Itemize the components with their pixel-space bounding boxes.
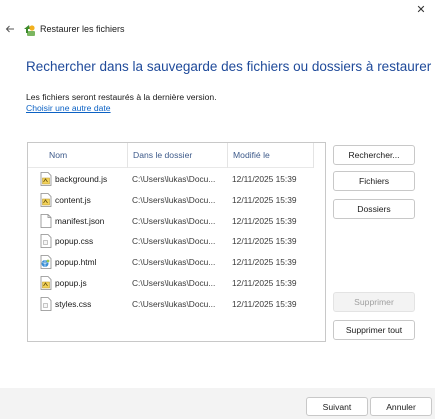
info-text: Les fichiers seront restaurés à la derni… — [26, 92, 217, 102]
file-list: Nom Dans le dossier Modifié le backgroun… — [27, 142, 326, 342]
back-arrow-icon — [5, 25, 14, 33]
choose-other-date-link[interactable]: Choisir une autre date — [26, 103, 111, 113]
table-row[interactable]: styles.css C:\Users\lukas\Docu... 12/11/20… — [28, 294, 325, 315]
table-row[interactable]: content.js C:\Users\lukas\Docu... 12/11/20… — [28, 190, 325, 211]
back-button[interactable] — [3, 22, 17, 36]
column-header: Nom Dans le dossier Modifié le — [28, 143, 313, 168]
file-folder: C:\Users\lukas\Docu... — [132, 257, 216, 268]
backup-app-icon — [24, 25, 35, 36]
file-folder: C:\Users\lukas\Docu... — [132, 236, 216, 247]
file-modified: 12/11/2025 15:39 — [232, 174, 297, 184]
css-file-icon — [40, 296, 52, 311]
file-name: manifest.json — [55, 215, 105, 226]
css-file-icon — [40, 234, 52, 249]
column-header-folder[interactable]: Dans le dossier — [127, 143, 227, 168]
table-row[interactable]: background.js C:\Users\lukas\Docu... 12/11… — [28, 169, 325, 190]
column-header-name[interactable]: Nom — [44, 143, 126, 168]
table-row[interactable]: manifest.json C:\Users\lukas\Docu... 12/11… — [28, 211, 325, 232]
file-folder: C:\Users\lukas\Docu... — [132, 194, 216, 205]
search-button[interactable]: Rechercher... — [333, 145, 415, 165]
file-modified: 12/11/2025 15:39 — [232, 236, 297, 247]
remove-button[interactable]: Supprimer — [333, 292, 415, 312]
table-row[interactable]: popup.js C:\Users\lukas\Docu... 12/11/2025… — [28, 273, 325, 294]
file-name: content.js — [55, 194, 91, 205]
file-rows: background.js C:\Users\lukas\Docu... 12/11… — [28, 169, 325, 315]
next-button[interactable]: Suivant — [306, 397, 368, 416]
close-icon: ✕ — [416, 3, 426, 16]
window-title: Restaurer les fichiers — [40, 24, 125, 34]
file-name: popup.css — [55, 236, 94, 247]
js-file-icon — [40, 192, 52, 207]
header-spacer — [313, 143, 325, 168]
js-file-icon — [40, 172, 52, 186]
table-row[interactable]: popup.css C:\Users\lukas\Docu... 12/11/202… — [28, 231, 325, 252]
remove-all-button[interactable]: Supprimer tout — [333, 320, 415, 340]
file-folder: C:\Users\lukas\Docu... — [132, 298, 216, 309]
cancel-button[interactable]: Annuler — [370, 397, 432, 416]
file-name: styles.css — [55, 298, 92, 309]
close-button[interactable]: ✕ — [413, 2, 429, 16]
html-file-icon — [40, 255, 52, 270]
blank-file-icon — [40, 213, 52, 228]
js-file-icon — [40, 276, 52, 290]
file-folder: C:\Users\lukas\Docu... — [132, 174, 216, 184]
file-modified: 12/11/2025 15:39 — [232, 215, 297, 226]
file-modified: 12/11/2025 15:39 — [232, 194, 297, 205]
file-modified: 12/11/2025 15:39 — [232, 298, 297, 309]
browse-files-button[interactable]: Fichiers — [333, 171, 415, 191]
browse-folders-button[interactable]: Dossiers — [333, 199, 415, 219]
table-row[interactable]: popup.html C:\Users\lukas\Docu... 12/11/20… — [28, 252, 325, 273]
column-header-modified[interactable]: Modifié le — [227, 143, 315, 168]
file-folder: C:\Users\lukas\Docu... — [132, 277, 216, 288]
file-name: background.js — [55, 174, 108, 184]
file-modified: 12/11/2025 15:39 — [232, 257, 297, 268]
file-name: popup.js — [55, 277, 87, 288]
file-folder: C:\Users\lukas\Docu... — [132, 215, 216, 226]
page-heading: Rechercher dans la sauvegarde des fichie… — [26, 59, 432, 74]
file-name: popup.html — [55, 257, 97, 268]
file-modified: 12/11/2025 15:39 — [232, 277, 297, 288]
